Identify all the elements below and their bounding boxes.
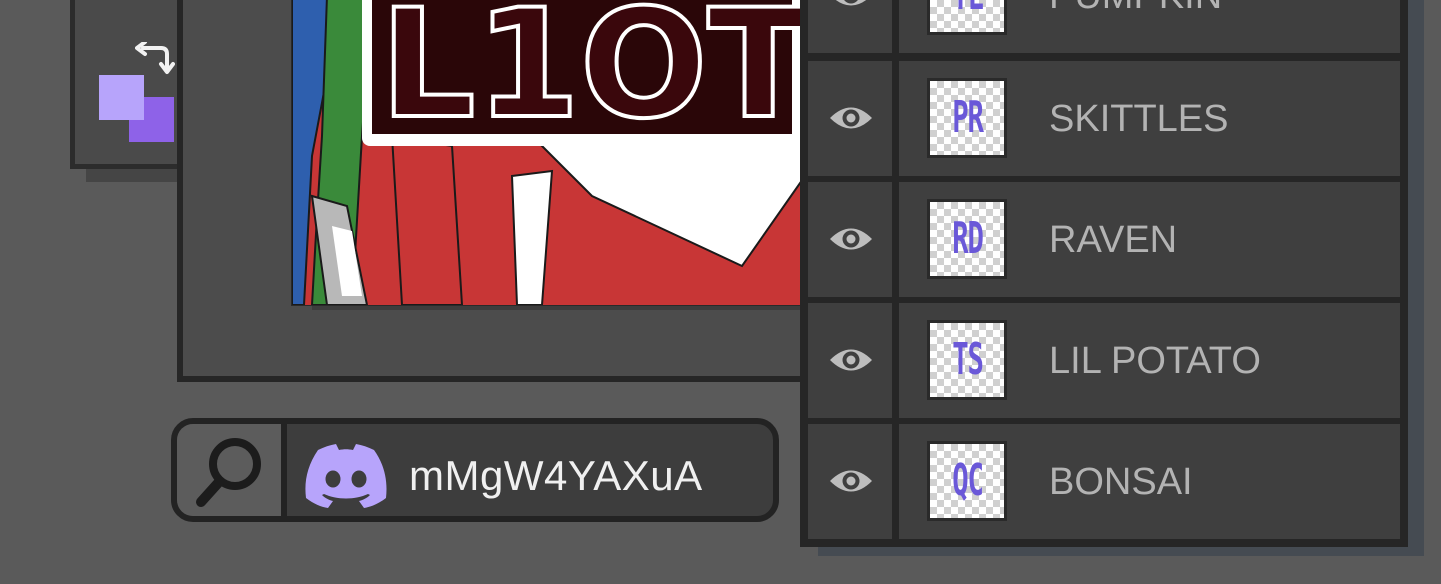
visibility-toggle[interactable]	[808, 182, 892, 297]
layer-code: TS	[951, 334, 984, 385]
layer-code: RD	[951, 213, 984, 264]
layer-name: LIL POTATO	[1049, 340, 1261, 382]
layer-row[interactable]: PR SKITTLES	[808, 61, 1400, 176]
layer-name-cell[interactable]: RD RAVEN	[899, 182, 1400, 297]
discord-icon	[304, 444, 388, 513]
layer-thumbnail: RD	[927, 199, 1007, 279]
visibility-toggle[interactable]	[808, 0, 892, 53]
eye-icon	[830, 349, 872, 371]
layer-name-cell[interactable]: TL PUMPKIN	[899, 0, 1400, 53]
layer-name-cell[interactable]: TS LIL POTATO	[899, 303, 1400, 418]
layer-code: PR	[951, 92, 984, 143]
invite-code: mMgW4YAXuA	[409, 452, 703, 499]
visibility-toggle[interactable]	[808, 424, 892, 539]
layer-name-cell[interactable]: PR SKITTLES	[899, 61, 1400, 176]
layer-name-cell[interactable]: QC BONSAI	[899, 424, 1400, 539]
layer-row[interactable]: RD RAVEN	[808, 182, 1400, 297]
layer-name: PUMPKIN	[1049, 0, 1222, 18]
invite-search-bar[interactable]: mMgW4YAXuA	[171, 418, 779, 522]
layer-code: TL	[952, 0, 984, 17]
layers-panel: TL PUMPKIN PR SKITTLES	[800, 0, 1408, 547]
layer-code: QC	[951, 455, 984, 506]
layer-thumbnail: TS	[927, 320, 1007, 400]
search-button[interactable]	[177, 424, 287, 516]
swap-colors-icon[interactable]	[135, 40, 175, 78]
layer-row[interactable]: TS LIL POTATO	[808, 303, 1400, 418]
visibility-toggle[interactable]	[808, 303, 892, 418]
eye-icon	[830, 107, 872, 129]
eye-icon	[835, 0, 867, 6]
eye-icon	[830, 470, 872, 492]
layer-thumbnail: PR	[927, 78, 1007, 158]
layer-row[interactable]: QC BONSAI	[808, 424, 1400, 539]
search-icon	[196, 438, 261, 507]
layer-name: SKITTLES	[1049, 98, 1229, 140]
layer-thumbnail: QC	[927, 441, 1007, 521]
canvas-art-text: L1OTA	[380, 0, 812, 152]
layer-name: BONSAI	[1049, 461, 1193, 503]
visibility-toggle[interactable]	[808, 61, 892, 176]
layer-name: RAVEN	[1049, 219, 1178, 261]
eye-icon	[830, 228, 872, 250]
layer-row[interactable]: TL PUMPKIN	[808, 0, 1400, 53]
layer-thumbnail: TL	[927, 0, 1007, 35]
foreground-color-swatch[interactable]	[99, 75, 144, 120]
canvas-image[interactable]: L1OTA	[291, 0, 813, 306]
